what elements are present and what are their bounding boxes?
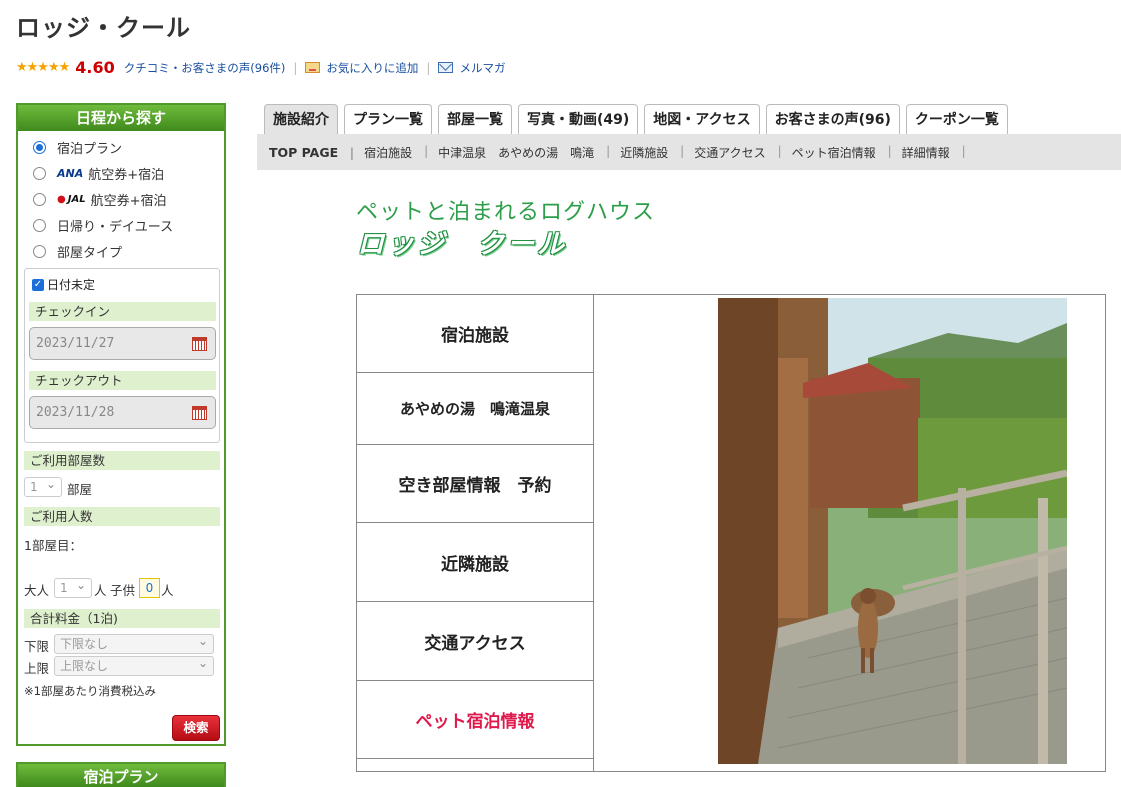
tab-reviews[interactable]: お客さまの声(96) xyxy=(765,104,900,134)
subnav-lodging[interactable]: 宿泊施設 xyxy=(351,144,428,161)
adult-select[interactable]: 1 xyxy=(54,576,92,598)
menu-lodging[interactable]: 宿泊施設 xyxy=(357,295,593,373)
lodge-deck-illustration xyxy=(718,298,1067,764)
subnav-onsen[interactable]: 中津温泉 あやめの湯 鳴滝 xyxy=(425,144,610,161)
radio-ana-flight[interactable]: ANA 航空券+宿泊 xyxy=(33,164,164,183)
tab-facility-intro[interactable]: 施設紹介 xyxy=(264,104,338,134)
menu-onsen[interactable]: あやめの湯 鳴滝温泉 xyxy=(357,373,593,445)
radio-stay-plan[interactable]: 宿泊プラン xyxy=(33,138,122,157)
divider: | xyxy=(426,60,431,75)
menu-nearby[interactable]: 近隣施設 xyxy=(357,523,593,602)
adult-label: 大人 xyxy=(24,583,50,598)
rating-stars: ★★★★★ xyxy=(16,60,70,75)
check-icon[interactable]: ✓ xyxy=(32,278,44,291)
radio-day-use[interactable]: 日帰り・デイユース xyxy=(33,216,173,235)
subnav-top-page[interactable]: TOP PAGE xyxy=(257,145,354,160)
checkbox-label: 日付未定 xyxy=(47,278,96,292)
checkin-date-value: 2023/11/27 xyxy=(36,336,115,351)
intro-table: 宿泊施設 あやめの湯 鳴滝温泉 空き部屋情報 予約 近隣施設 交通アクセス ペッ… xyxy=(356,294,1106,772)
tab-photos[interactable]: 写真・動画(49) xyxy=(518,104,639,134)
min-price-value: 下限なし xyxy=(60,637,109,651)
rooms-unit: 部屋 xyxy=(67,482,93,497)
lodge-photo xyxy=(718,298,1067,764)
date-search-panel: 日程から探す 宿泊プラン ANA 航空券+宿泊 JAL 航空券+宿泊 日帰り・デ… xyxy=(16,103,226,746)
radio-label: 部屋タイプ xyxy=(57,246,123,261)
sub-navigation: TOP PAGE 宿泊施設 中津温泉 あやめの湯 鳴滝 近隣施設 交通アクセス … xyxy=(257,134,1121,170)
radio-jal-flight[interactable]: JAL 航空券+宿泊 xyxy=(33,190,166,209)
checkout-date-input[interactable]: 2023/11/28 xyxy=(29,396,216,429)
plan-panel-title[interactable]: 宿泊プラン xyxy=(16,762,226,787)
checkout-date-value: 2023/11/28 xyxy=(36,405,115,420)
panel-title: 日程から探す xyxy=(18,105,224,131)
child-count-input[interactable]: 0 xyxy=(139,578,160,598)
checkout-label: チェックアウト xyxy=(29,371,216,390)
radio-label: 日帰り・デイユース xyxy=(57,220,174,235)
menu-pet-info[interactable]: ペット宿泊情報 xyxy=(357,681,593,759)
radio-button[interactable] xyxy=(33,219,46,232)
newsletter-link[interactable]: メルマガ xyxy=(459,60,505,76)
jal-logo: JAL xyxy=(57,194,86,205)
hotel-meta: ★★★★★ 4.60 クチコミ・お客さまの声(96件) | お気に入りに追加 |… xyxy=(16,58,505,77)
menu-more[interactable] xyxy=(357,759,593,771)
rooms-select[interactable]: 1 xyxy=(24,475,62,497)
rooms-value: 1 xyxy=(30,480,38,494)
menu-access[interactable]: 交通アクセス xyxy=(357,602,593,681)
radio-button[interactable] xyxy=(33,245,46,258)
subnav-details[interactable]: 詳細情報 xyxy=(889,144,966,161)
child-unit: 人 xyxy=(161,583,174,598)
radio-label: 航空券+宿泊 xyxy=(90,194,167,209)
max-price-label: 上限 xyxy=(24,661,50,676)
tab-coupons[interactable]: クーポン一覧 xyxy=(905,104,1008,134)
rating-score: 4.60 xyxy=(75,58,115,77)
max-price-value: 上限なし xyxy=(60,659,109,673)
radio-room-type[interactable]: 部屋タイプ xyxy=(33,242,122,261)
adult-unit: 人 xyxy=(94,583,107,598)
radio-button[interactable] xyxy=(33,193,46,206)
facility-tabs: 施設紹介 プラン一覧 部屋一覧 写真・動画(49) 地図・アクセス お客さまの声… xyxy=(264,104,1014,134)
ana-logo: ANA xyxy=(57,167,84,180)
hotel-name: ロッジ・クール xyxy=(16,14,191,42)
radio-button[interactable] xyxy=(33,167,46,180)
mail-icon xyxy=(438,62,454,73)
calendar-icon[interactable] xyxy=(192,406,207,420)
min-price-label: 下限 xyxy=(24,639,50,654)
radio-label: 航空券+宿泊 xyxy=(88,168,165,183)
intro-menu: 宿泊施設 あやめの湯 鳴滝温泉 空き部屋情報 予約 近隣施設 交通アクセス ペッ… xyxy=(357,295,594,771)
subnav-access[interactable]: 交通アクセス xyxy=(681,144,782,161)
max-price-select[interactable]: 上限なし xyxy=(54,654,214,676)
child-label: 子供 xyxy=(110,583,136,598)
favorite-icon xyxy=(305,62,321,73)
menu-vacancy-reservation[interactable]: 空き部屋情報 予約 xyxy=(357,445,593,523)
calendar-icon[interactable] xyxy=(192,337,207,351)
rooms-label: ご利用部屋数 xyxy=(24,451,220,470)
search-button[interactable]: 検索 xyxy=(172,715,220,741)
min-price-select[interactable]: 下限なし xyxy=(54,632,214,654)
checkin-date-input[interactable]: 2023/11/27 xyxy=(29,327,216,360)
price-label: 合計料金（1泊) xyxy=(24,609,220,628)
tax-note: ※1部屋あたり消費税込み xyxy=(24,684,156,698)
brand-logo-text: ロッジ クール xyxy=(357,229,567,260)
radio-button[interactable] xyxy=(33,141,46,154)
divider: | xyxy=(293,60,298,75)
subnav-nearby[interactable]: 近隣施設 xyxy=(607,144,684,161)
tab-rooms[interactable]: 部屋一覧 xyxy=(438,104,512,134)
date-picker-box: ✓ 日付未定 チェックイン 2023/11/27 チェックアウト 2023/11… xyxy=(24,268,220,443)
date-undecided-checkbox[interactable]: ✓ 日付未定 xyxy=(32,276,95,293)
tab-plans[interactable]: プラン一覧 xyxy=(344,104,432,134)
adult-value: 1 xyxy=(60,581,68,595)
tab-map[interactable]: 地図・アクセス xyxy=(644,104,760,134)
subnav-pet-info[interactable]: ペット宿泊情報 xyxy=(779,144,892,161)
checkin-label: チェックイン xyxy=(29,302,216,321)
add-favorite-link[interactable]: お気に入りに追加 xyxy=(326,60,418,76)
guests-label: ご利用人数 xyxy=(24,507,220,526)
reviews-link[interactable]: クチコミ・お客さまの声(96件) xyxy=(124,60,286,76)
room1-label: 1部屋目： xyxy=(24,538,82,553)
radio-label: 宿泊プラン xyxy=(57,142,123,157)
